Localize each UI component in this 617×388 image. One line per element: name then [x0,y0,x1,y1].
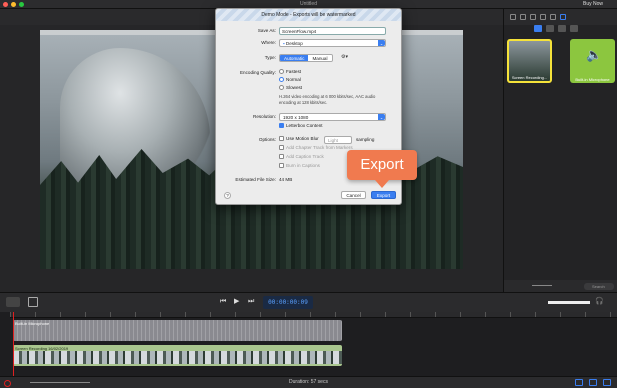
chapter-track-checkbox[interactable]: Add Chapter Track from Markers [279,145,353,150]
inspector-panel: Screen Recording... 🔈 Built-in Microphon… [503,9,617,292]
options-label: Options: [258,137,276,142]
tab-images[interactable] [558,25,566,32]
radio-icon [279,69,284,74]
media-search-input[interactable]: Search [584,283,614,290]
window-title: Untitled [300,1,317,7]
filesize-value: 44 MB [279,177,293,182]
video-clip[interactable]: Screen Recording 16/02/2019 [13,345,342,366]
motion-blur-level-select[interactable]: Light [324,136,352,144]
duration-label: Duration: 57 secs [289,379,328,385]
quality-slowest[interactable]: Slowest [279,85,302,90]
checkbox-icon [279,145,284,150]
save-as-label: Save As: [257,28,276,33]
video-filmstrip [13,351,342,364]
annotation-icon[interactable] [540,14,546,20]
crop-icon[interactable] [28,297,38,307]
chevron-down-icon: ⌄ [378,114,385,120]
tab-audio[interactable] [546,25,554,32]
save-as-field[interactable]: ScreenFlow.mp4 [279,27,386,35]
motion-blur-checkbox[interactable]: Use Motion Blur [279,136,319,141]
quality-fastest[interactable]: Fastest [279,69,301,74]
checkbox-icon [279,163,284,168]
audio-clip-label: Built-in Microphone [15,321,50,326]
help-button[interactable]: ? [224,192,231,199]
dialog-title: Demo Mode - Exports will be watermarked [216,9,401,21]
resolution-label: Resolution: [253,114,276,119]
cancel-button[interactable]: Cancel [341,191,366,199]
caption-track-checkbox[interactable]: Add Caption Track [279,154,324,159]
buy-now-button[interactable]: Buy Now [583,1,603,7]
timecode-display: 00:00:00:09 [263,296,313,309]
callout-properties-icon[interactable] [530,14,536,20]
burn-captions-checkbox[interactable]: Burn in Captions [279,163,320,168]
audio-level-meter [548,301,590,304]
gear-icon[interactable]: ⚙▾ [341,54,348,60]
type-label: Type: [264,55,276,60]
where-select[interactable]: ▪ Desktop ⌄ [279,39,386,47]
snapshot-icon[interactable] [6,297,20,307]
tab-recordings[interactable] [534,25,542,32]
chevron-down-icon: ⌄ [378,40,385,46]
speaker-icon: 🔈 [586,47,603,62]
resolution-value: 1920 x 1080 [283,115,309,120]
timeline-ruler[interactable] [10,312,617,318]
rewind-icon[interactable]: ⏮ [220,297,226,307]
where-label: Where: [261,40,276,45]
audio-clip[interactable]: Built-in Microphone [13,320,342,341]
tab-stock[interactable] [570,25,578,32]
media-item-screen-recording[interactable]: Screen Recording... [507,39,552,83]
fast-forward-icon[interactable]: ⏭ [248,297,254,307]
type-segmented-control[interactable]: Automatic Manual [279,54,333,62]
media-item-microphone[interactable]: 🔈 Built-in Microphone [570,39,615,83]
checkbox-icon [279,136,284,141]
sampling-label: sampling [356,137,375,142]
quality-normal[interactable]: Normal [279,77,301,82]
filesize-label: Estimated File Size: [235,177,276,182]
video-properties-icon[interactable] [510,14,516,20]
quality-note: H.264 video encoding at 6 000 kbits/sec,… [279,94,376,105]
where-value: Desktop [285,41,303,46]
audio-properties-icon[interactable] [520,14,526,20]
quality-label: Encoding Quality: [239,70,276,75]
type-manual[interactable]: Manual [308,55,332,61]
play-icon[interactable]: ▶ [234,297,239,307]
export-callout: Export [347,150,417,188]
headphones-icon[interactable]: 🎧 [595,297,604,307]
letterbox-checkbox[interactable]: Letterbox Content [279,123,323,128]
radio-selected-icon [279,77,284,82]
export-button[interactable]: Export [371,191,396,199]
radio-icon [279,85,284,90]
inspector-footer: Search [504,280,617,292]
text-icon[interactable] [550,14,556,20]
thumbnail-size-slider[interactable] [532,285,552,286]
type-automatic[interactable]: Automatic [280,55,309,61]
media-tabs [534,25,578,34]
folder-icon: ▪ [283,41,285,46]
media-library-icon[interactable] [560,14,566,20]
resolution-select[interactable]: 1920 x 1080 ⌄ [279,113,386,121]
inspector-toolbar [504,9,617,25]
checkbox-icon [279,154,284,159]
playhead[interactable] [13,312,14,376]
checkbox-checked-icon [279,123,284,128]
